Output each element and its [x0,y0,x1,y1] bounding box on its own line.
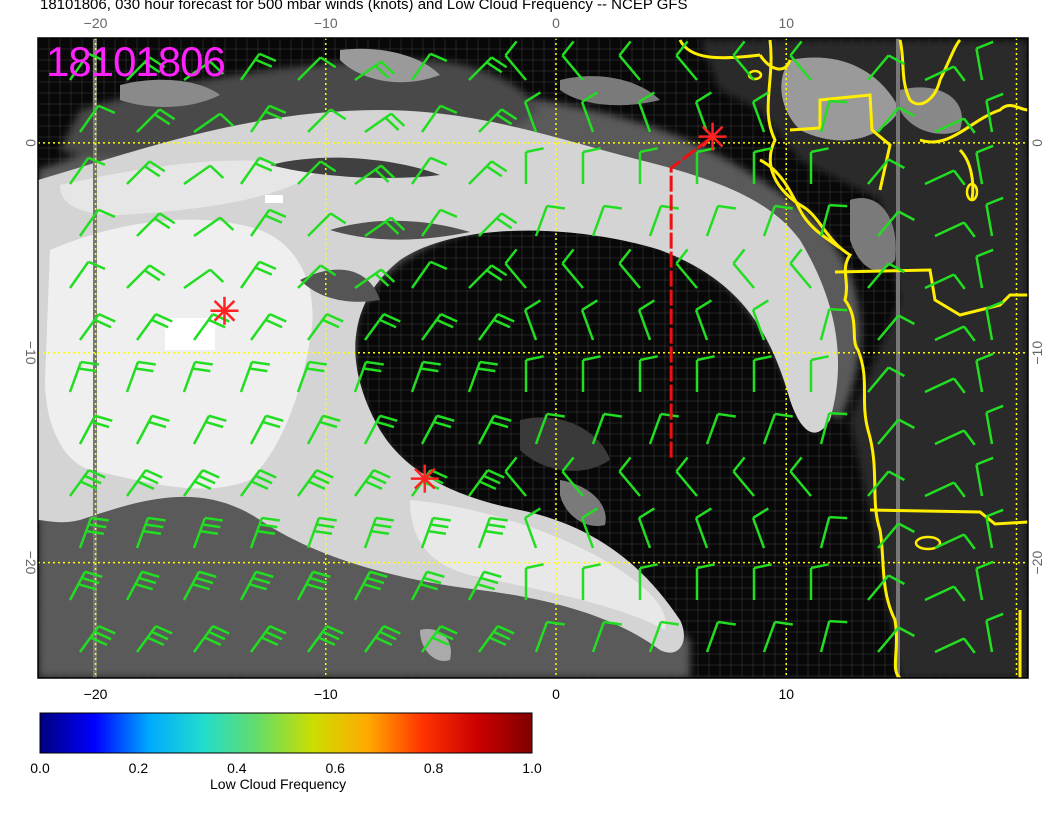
wind-barb-feather [829,619,848,624]
wind-barb-feather [829,515,848,520]
lon-tick-top: −10 [314,15,338,31]
lat-tick-left: −20 [23,551,39,575]
lat-tick-right: 0 [1029,139,1045,147]
colorbar-label: Low Cloud Frequency [210,776,347,792]
wind-barb-feather [829,99,848,104]
lon-tick-top: −20 [84,15,108,31]
cloud-core-west [45,219,313,489]
lon-tick-top: 10 [778,15,794,31]
map-canvas: −20 −20 −10 −10 0 0 10 10 0 0 −10 −10 −20 −20 [23,15,1045,702]
cloud-white-spot [265,195,283,203]
lon-tick-top: 0 [552,15,560,31]
colorbar-tick-label: 1.0 [522,760,542,776]
wind-barb-feather [829,307,848,312]
colorbar-tick-label: 0.0 [30,760,50,776]
lon-tick-bottom: 10 [778,686,794,702]
lat-tick-left: −10 [23,341,39,365]
wind-barb-feather [829,203,848,208]
lon-tick-bottom: −20 [84,686,108,702]
lat-tick-left: 0 [23,139,39,147]
colorbar-tick-label: 0.2 [128,760,149,776]
colorbar-tick-label: 0.6 [325,760,345,776]
lon-tick-bottom: 0 [552,686,560,702]
wind-barb-feather [829,411,848,416]
forecast-stamp: 18101806 [46,38,226,85]
lat-tick-right: −20 [1029,551,1045,575]
colorbar-tick-label: 0.8 [423,760,444,776]
lat-tick-right: −10 [1029,341,1045,365]
colorbar-tick-label: 0.4 [227,760,247,776]
lon-tick-bottom: −10 [314,686,338,702]
